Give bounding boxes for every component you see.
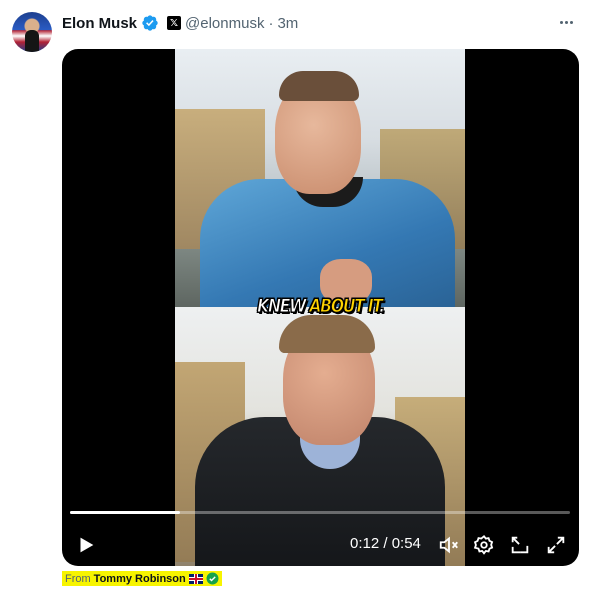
verified-badge-icon[interactable] <box>141 14 159 32</box>
settings-button[interactable] <box>472 533 496 557</box>
video-caption: KNEW ABOUT IT. <box>109 295 533 318</box>
post-time[interactable]: 3m <box>277 15 298 32</box>
caption-text-2: . <box>379 295 386 318</box>
caption-text-1: KNEW <box>257 295 310 318</box>
green-check-icon <box>206 572 219 585</box>
pip-button[interactable] <box>508 533 532 557</box>
gear-icon <box>473 534 494 555</box>
caption-text-highlight: ABOUT IT <box>309 295 381 318</box>
x-logo-icon: 𝕏 <box>167 16 182 30</box>
play-icon <box>80 537 94 553</box>
muted-speaker-icon <box>439 536 458 554</box>
fullscreen-icon <box>547 536 565 554</box>
mute-button[interactable] <box>437 533 461 557</box>
post-header: Elon Musk 𝕏 @elonmusk · 3m <box>62 13 298 33</box>
video-frame-top <box>175 49 465 307</box>
video-progress-fill <box>70 511 180 514</box>
uk-flag-icon <box>188 573 203 584</box>
author-handle[interactable]: @elonmusk <box>185 15 264 32</box>
fullscreen-button[interactable] <box>544 533 568 557</box>
from-label: From <box>65 572 91 585</box>
video-player[interactable]: KNEW ABOUT IT. 0:12 / 0:54 <box>62 49 579 566</box>
video-source-attribution: From Tommy Robinson <box>62 571 222 586</box>
video-timecode: 0:12 / 0:54 <box>350 535 421 552</box>
picture-in-picture-icon <box>511 536 529 554</box>
author-name[interactable]: Elon Musk <box>62 15 137 32</box>
more-options-icon[interactable] <box>554 12 578 32</box>
play-button[interactable] <box>74 533 98 557</box>
separator: · <box>268 14 274 32</box>
video-controls: 0:12 / 0:54 <box>62 525 579 563</box>
video-progress-bar[interactable] <box>70 511 570 514</box>
source-name[interactable]: Tommy Robinson <box>94 573 186 585</box>
avatar[interactable] <box>12 12 52 52</box>
